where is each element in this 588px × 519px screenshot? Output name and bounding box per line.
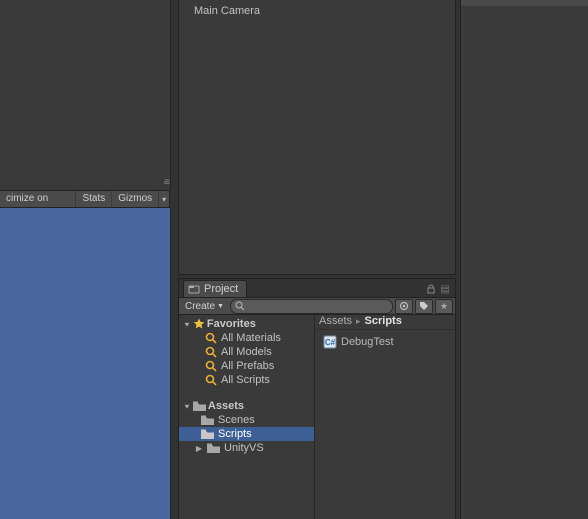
breadcrumb-root[interactable]: Assets [319,315,352,327]
file-label: DebugTest [341,336,394,348]
csharp-script-icon: C# [323,335,337,349]
inspector-panel [460,6,588,519]
maximize-on-play-button[interactable]: cimize on Play [0,191,76,207]
search-by-type-button[interactable] [395,299,413,314]
svg-text:C#: C# [325,338,336,347]
favorite-item[interactable]: All Materials [179,331,314,345]
folder-icon [207,443,220,454]
file-item[interactable]: C# DebugTest [319,334,451,350]
favorites-header[interactable]: ▼ Favorites [179,317,314,331]
search-icon [205,346,217,358]
hierarchy-item[interactable]: Main Camera [194,5,260,17]
game-view[interactable] [0,208,171,519]
gizmos-button[interactable]: Gizmos [112,191,159,207]
project-tab-label: Project [204,283,238,295]
folder-item[interactable]: Scenes [179,413,314,427]
save-search-button[interactable]: ★ [435,299,453,314]
star-icon [193,318,205,330]
panel-menu-icon[interactable]: ▤ [439,283,451,295]
folder-label: Scripts [218,428,252,440]
create-button[interactable]: Create ▼ [181,301,228,312]
search-icon [205,374,217,386]
folder-label: Scenes [218,414,255,426]
foldout-triangle-icon: ▼ [183,320,191,327]
project-tab-row: Project ▤ [179,279,455,297]
assets-header[interactable]: ▼ Assets [179,399,314,413]
project-content: Assets ▸ Scripts C# DebugTest [315,313,455,519]
foldout-triangle-icon[interactable]: ▶ [195,444,203,453]
folder-label: UnityVS [224,442,264,454]
gizmos-dropdown-caret[interactable]: ▾ [159,195,169,204]
lock-icon[interactable] [425,283,437,295]
search-icon [205,332,217,344]
search-field-wrap[interactable] [230,299,393,314]
folder-item[interactable]: ▶ UnityVS [179,441,314,455]
search-by-label-button[interactable] [415,299,433,314]
hierarchy-panel: Main Camera [178,0,456,275]
breadcrumb-current[interactable]: Scripts [365,315,402,327]
folder-icon [201,415,214,426]
favorite-label: All Prefabs [221,360,274,372]
project-tree: ▼ Favorites All Materials All Models All P… [179,313,315,519]
search-icon [235,301,245,311]
favorite-item[interactable]: All Scripts [179,373,314,387]
search-icon [205,360,217,372]
chevron-down-icon: ▼ [217,303,224,310]
breadcrumb: Assets ▸ Scripts [315,313,455,330]
stats-button[interactable]: Stats [76,191,112,207]
folder-icon [193,401,206,412]
panel-resize-grip[interactable]: ·≡ [163,177,168,188]
project-panel: Project ▤ Create ▼ [178,278,456,519]
left-panel: ·≡ [0,0,171,190]
game-toolbar: cimize on Play Stats Gizmos ▾ [0,190,170,208]
project-tab[interactable]: Project [183,280,247,297]
foldout-triangle-icon: ▼ [183,402,191,409]
assets-label: Assets [208,400,244,412]
favorite-label: All Materials [221,332,281,344]
favorite-item[interactable]: All Prefabs [179,359,314,373]
favorite-label: All Scripts [221,374,270,386]
favorite-label: All Models [221,346,272,358]
project-icon [188,283,200,295]
favorite-item[interactable]: All Models [179,345,314,359]
folder-icon [201,429,214,440]
create-label: Create [185,301,215,312]
search-input[interactable] [248,299,388,313]
favorites-label: Favorites [207,318,256,330]
breadcrumb-separator-icon: ▸ [356,316,361,327]
folder-item[interactable]: Scripts [179,427,314,441]
